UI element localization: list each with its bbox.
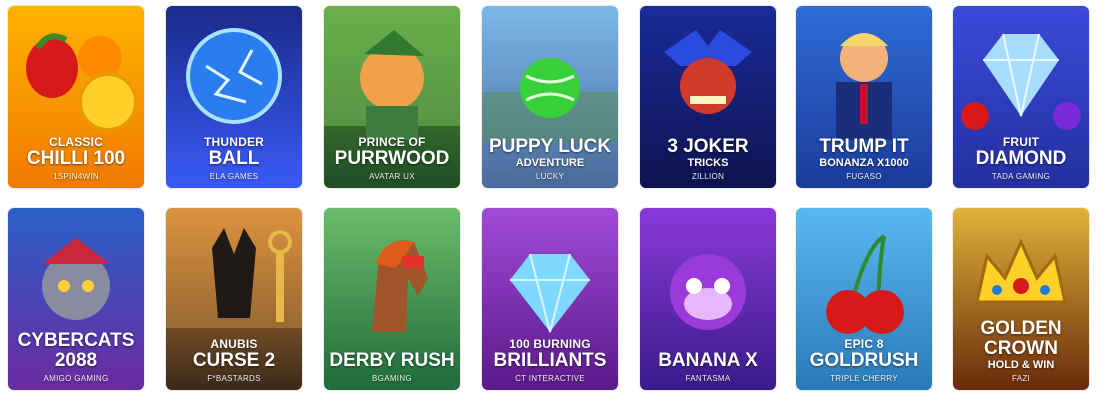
game-title: PURRWOOD [334, 148, 450, 169]
game-provider: F*BASTARDS [207, 374, 261, 383]
game-provider: CT INTERACTIVE [515, 374, 585, 383]
game-provider: TADA GAMING [991, 172, 1051, 181]
game-tile-puppy-luck-adventure[interactable]: PUPPY LUCK ADVENTURE LUCKY [482, 6, 618, 188]
game-labels: TRUMP IT BONANZA X1000 FUGASO [796, 137, 932, 182]
game-labels: THUNDER BALL ELA GAMES [166, 136, 302, 182]
game-labels: CYBERCATS 2088 AMIGO GAMING [8, 331, 144, 384]
game-provider: 1SPIN4WIN [53, 172, 99, 181]
game-title: CHILLI 100 [26, 148, 126, 169]
game-title: GOLDEN CROWN [980, 318, 1062, 359]
game-title-bottom: BONANZA X1000 [819, 157, 909, 169]
game-provider: LUCKY [535, 172, 565, 181]
game-provider: TRIPLE CHERRY [830, 374, 898, 383]
game-title: BRILLIANTS [493, 350, 607, 371]
game-tile-anubis-curse-2[interactable]: ANUBIS CURSE 2 F*BASTARDS [166, 208, 302, 390]
game-labels: 100 BURNING BRILLIANTS CT INTERACTIVE [482, 338, 618, 384]
game-tile-classic-chilli-100[interactable]: CLASSIC CHILLI 100 1SPIN4WIN [8, 6, 144, 188]
game-tile-trump-it-bonanza[interactable]: TRUMP IT BONANZA X1000 FUGASO [796, 6, 932, 188]
game-tile-100-burning-brilliants[interactable]: 100 BURNING BRILLIANTS CT INTERACTIVE [482, 208, 618, 390]
game-labels: PUPPY LUCK ADVENTURE LUCKY [482, 137, 618, 182]
game-labels: BANANA X FANTASMA [640, 351, 776, 384]
game-title: TRUMP IT [819, 136, 909, 157]
game-labels: GOLDEN CROWN HOLD & WIN FAZI [953, 319, 1089, 384]
game-tile-fruit-diamond[interactable]: FRUIT DIAMOND TADA GAMING [953, 6, 1089, 188]
game-provider: ZILLION [691, 172, 725, 181]
game-tile-prince-of-purrwood[interactable]: PRINCE OF PURRWOOD AVATAR UX [324, 6, 460, 188]
game-tile-banana-x[interactable]: BANANA X FANTASMA [640, 208, 776, 390]
game-title: DERBY RUSH [329, 350, 455, 371]
game-provider: ELA GAMES [209, 172, 259, 181]
game-provider: AMIGO GAMING [43, 374, 109, 383]
game-provider: AVATAR UX [369, 172, 415, 181]
game-title-bottom: HOLD & WIN [987, 359, 1055, 371]
game-labels: PRINCE OF PURRWOOD AVATAR UX [324, 136, 460, 182]
game-title: GOLDRUSH [809, 350, 919, 371]
game-title: CYBERCATS 2088 [17, 330, 135, 371]
game-labels: DERBY RUSH BGAMING [324, 351, 460, 384]
game-tile-derby-rush[interactable]: DERBY RUSH BGAMING [324, 208, 460, 390]
game-tile-thunder-ball[interactable]: THUNDER BALL ELA GAMES [166, 6, 302, 188]
game-title-bottom: TRICKS [687, 157, 729, 169]
game-title: BANANA X [658, 350, 758, 371]
game-labels: ANUBIS CURSE 2 F*BASTARDS [166, 338, 302, 384]
game-labels: CLASSIC CHILLI 100 1SPIN4WIN [8, 136, 144, 182]
game-title: DIAMOND [975, 148, 1067, 169]
game-provider: BGAMING [372, 374, 412, 383]
game-tile-3-joker-tricks[interactable]: 3 JOKER TRICKS ZILLION [640, 6, 776, 188]
game-tile-cybercats-2088[interactable]: CYBERCATS 2088 AMIGO GAMING [8, 208, 144, 390]
game-title: BALL [208, 148, 260, 169]
game-labels: FRUIT DIAMOND TADA GAMING [953, 136, 1089, 182]
game-labels: EPIC 8 GOLDRUSH TRIPLE CHERRY [796, 338, 932, 384]
game-provider: FAZI [1011, 374, 1031, 383]
game-title: CURSE 2 [192, 350, 276, 371]
game-provider: FANTASMA [685, 374, 731, 383]
game-title-bottom: ADVENTURE [515, 157, 585, 169]
games-grid: CLASSIC CHILLI 100 1SPIN4WIN THUNDER BALL ELA… [0, 0, 1100, 400]
game-tile-epic-8-goldrush[interactable]: EPIC 8 GOLDRUSH TRIPLE CHERRY [796, 208, 932, 390]
game-title: PUPPY LUCK [488, 136, 612, 157]
game-title: 3 JOKER [667, 136, 749, 157]
game-tile-golden-crown[interactable]: GOLDEN CROWN HOLD & WIN FAZI [953, 208, 1089, 390]
game-provider: FUGASO [846, 172, 882, 181]
game-labels: 3 JOKER TRICKS ZILLION [640, 137, 776, 182]
